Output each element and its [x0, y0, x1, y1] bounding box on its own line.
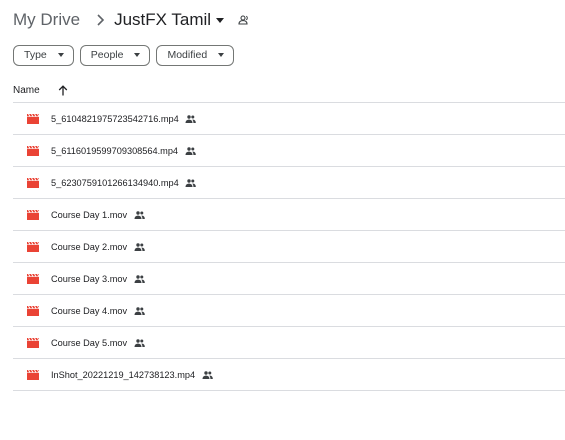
- file-name: Course Day 2.mov: [51, 241, 128, 252]
- video-file-icon: [26, 144, 40, 158]
- arrow-up-icon[interactable]: [55, 82, 71, 98]
- current-folder-name: JustFX Tamil: [114, 10, 212, 29]
- video-file-icon: [26, 368, 40, 382]
- file-row[interactable]: Course Day 4.mov: [13, 295, 565, 327]
- file-row[interactable]: Course Day 1.mov: [13, 199, 565, 231]
- file-row[interactable]: 5_6116019599709308564.mp4: [13, 135, 565, 167]
- filter-modified-chip[interactable]: Modified: [156, 44, 235, 66]
- file-name: Course Day 1.mov: [51, 209, 128, 220]
- filter-modified-label: Modified: [167, 49, 208, 61]
- column-name-header[interactable]: Name: [13, 85, 40, 96]
- shared-users-icon: [133, 305, 145, 317]
- file-row[interactable]: 5_6104821975723542716.mp4: [13, 103, 565, 135]
- breadcrumb-current-folder[interactable]: JustFX Tamil: [114, 8, 227, 32]
- file-name: 5_6116019599709308564.mp4: [51, 145, 179, 156]
- caret-down-icon: [213, 45, 229, 65]
- file-name: 5_6230759101266134940.mp4: [51, 177, 179, 188]
- file-name: InShot_20221219_142738123.mp4: [51, 369, 196, 380]
- filter-people-chip[interactable]: People: [79, 44, 151, 66]
- file-name: Course Day 5.mov: [51, 337, 128, 348]
- caret-down-icon: [129, 45, 145, 65]
- file-list: 5_6104821975723542716.mp4 5_6116019599709…: [13, 102, 565, 391]
- video-file-icon: [26, 240, 40, 254]
- file-name: Course Day 4.mov: [51, 305, 128, 316]
- shared-users-icon: [133, 337, 145, 349]
- filter-type-chip[interactable]: Type: [13, 44, 74, 66]
- file-name: Course Day 3.mov: [51, 273, 128, 284]
- video-file-icon: [26, 336, 40, 350]
- shared-users-icon: [133, 209, 145, 221]
- file-row[interactable]: Course Day 3.mov: [13, 263, 565, 295]
- file-row[interactable]: Course Day 2.mov: [13, 231, 565, 263]
- chevron-right-icon: [86, 8, 114, 32]
- caret-down-icon: [213, 8, 227, 32]
- video-file-icon: [26, 208, 40, 222]
- breadcrumb: My Drive JustFX Tamil: [13, 8, 253, 32]
- filter-type-label: Type: [24, 49, 47, 61]
- caret-down-icon: [53, 45, 69, 65]
- file-row[interactable]: Course Day 5.mov: [13, 327, 565, 359]
- filter-people-label: People: [90, 49, 124, 61]
- breadcrumb-my-drive[interactable]: My Drive: [13, 8, 80, 32]
- shared-users-icon: [185, 177, 197, 189]
- shared-folder-icon[interactable]: [235, 8, 253, 32]
- video-file-icon: [26, 304, 40, 318]
- file-list-header: Name: [13, 80, 565, 100]
- video-file-icon: [26, 176, 40, 190]
- shared-users-icon: [133, 241, 145, 253]
- file-name: 5_6104821975723542716.mp4: [51, 113, 179, 124]
- shared-users-icon: [201, 369, 213, 381]
- file-row[interactable]: 5_6230759101266134940.mp4: [13, 167, 565, 199]
- shared-users-icon: [185, 113, 197, 125]
- video-file-icon: [26, 112, 40, 126]
- video-file-icon: [26, 272, 40, 286]
- file-row[interactable]: InShot_20221219_142738123.mp4: [13, 359, 565, 391]
- shared-users-icon: [184, 145, 196, 157]
- shared-users-icon: [133, 273, 145, 285]
- filter-bar: Type People Modified: [13, 44, 240, 66]
